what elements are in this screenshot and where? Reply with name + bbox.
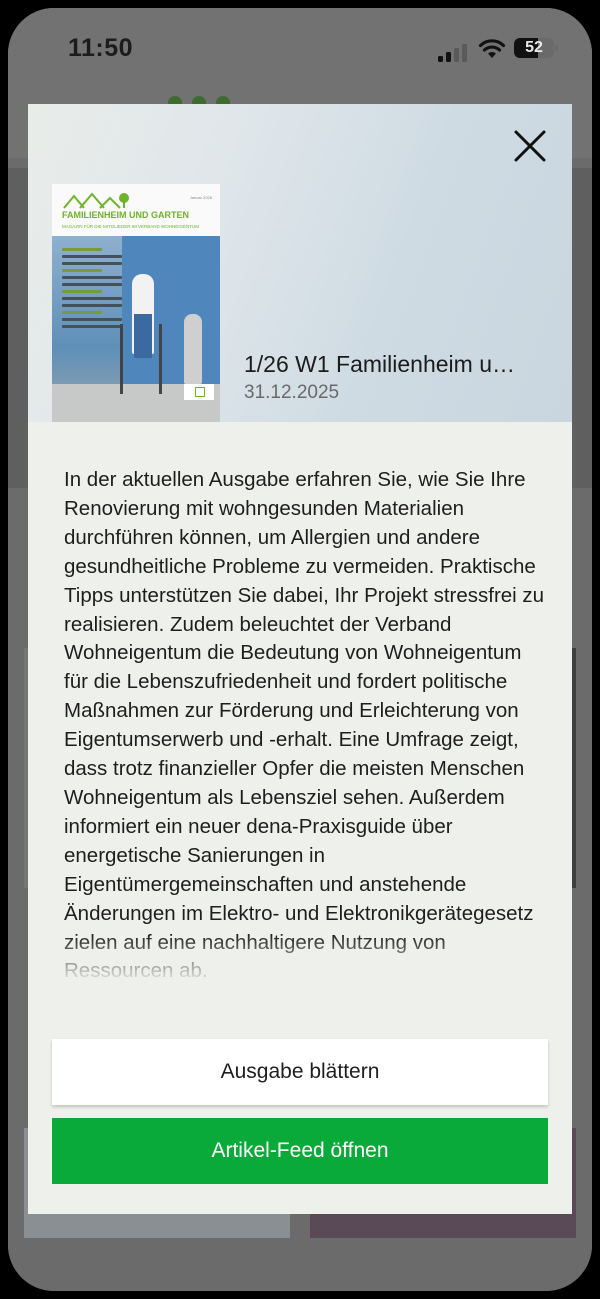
cover-person: [132, 274, 154, 358]
issue-date: 31.12.2025: [244, 382, 340, 403]
issue-detail-modal: Januar 2026 FAMILIENHEIM UND GARTEN MAGA…: [28, 104, 572, 1214]
browse-issue-button[interactable]: Ausgabe blättern: [52, 1039, 548, 1105]
cover-masthead-area: Januar 2026 FAMILIENHEIM UND GARTEN MAGA…: [52, 184, 220, 236]
open-article-feed-button[interactable]: Artikel-Feed öffnen: [52, 1118, 548, 1184]
cover-badge: [184, 384, 214, 400]
issue-title: 1/26 W1 Familienheim u…: [244, 351, 515, 377]
description-fade: [64, 934, 550, 1004]
cover-tagline: MAGAZIN FÜR DIE MITGLIEDER IM VERBAND WO…: [62, 224, 200, 229]
cover-masthead: FAMILIENHEIM UND GARTEN: [62, 210, 189, 220]
magazine-cover-image[interactable]: Januar 2026 FAMILIENHEIM UND GARTEN MAGA…: [52, 184, 220, 422]
issue-description: In der aktuellen Ausgabe erfahren Sie, w…: [64, 468, 545, 982]
cover-edition: Januar 2026: [189, 195, 212, 200]
cover-person: [184, 314, 202, 384]
modal-header: Januar 2026 FAMILIENHEIM UND GARTEN MAGA…: [28, 104, 572, 422]
battery-icon: 52: [514, 38, 558, 58]
cellular-signal-icon: [438, 42, 472, 62]
phone-screen: 11:50 52 Januar 2026 FAMILIENHEIM UND GA…: [8, 8, 592, 1291]
status-bar: 11:50 52: [8, 8, 592, 88]
status-time: 11:50: [68, 34, 134, 62]
close-icon[interactable]: [512, 128, 548, 164]
house-logo-icon: [63, 192, 129, 209]
wifi-icon: [478, 39, 506, 58]
issue-description-container[interactable]: In der aktuellen Ausgabe erfahren Sie, w…: [64, 466, 550, 1004]
cover-contents: [62, 248, 122, 332]
battery-level: 52: [525, 39, 543, 56]
